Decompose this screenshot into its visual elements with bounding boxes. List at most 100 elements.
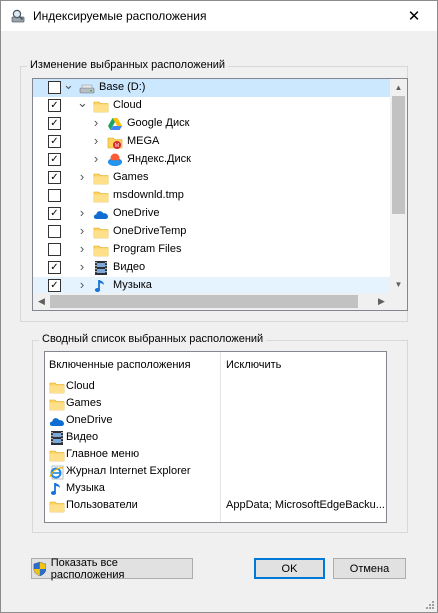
tree-horizontal-scrollbar[interactable]: ◀ ▶ [33,293,390,310]
shield-icon [33,561,47,576]
tree-item[interactable]: › Program Files [33,241,390,259]
chevron-right-icon[interactable]: › [77,206,87,220]
tree-item-checkbox[interactable]: ✓ [48,135,61,148]
tree-item-label: Музыка [113,279,152,291]
summary-row-label: Журнал Internet Explorer [66,465,191,477]
chevron-right-icon[interactable]: › [77,278,87,292]
folder-icon [49,498,65,514]
mega-icon: M [107,134,123,150]
folder-icon [93,242,109,258]
summary-label: Сводный список выбранных расположений [39,333,267,345]
scroll-down-icon[interactable]: ▼ [390,276,407,293]
onedrive-icon [49,413,65,429]
search-index-icon [11,9,25,23]
summary-row-exclude: AppData; MicrosoftEdgeBacku... [226,499,385,511]
folder-icon [49,447,65,463]
tree-item-checkbox[interactable]: ✓ [48,261,61,274]
chevron-right-icon[interactable]: › [77,260,87,274]
scroll-left-icon[interactable]: ◀ [33,293,50,310]
tree-item[interactable]: ✓ › Видео [33,259,390,277]
chevron-right-icon[interactable]: › [91,152,101,166]
ie-icon [49,464,65,480]
scroll-right-icon[interactable]: ▶ [373,293,390,310]
tree-item-label: Cloud [113,99,142,111]
tree-item-checkbox[interactable]: ✓ [48,117,61,130]
tree-item-checkbox[interactable]: ✓ [48,99,61,112]
tree-item[interactable]: ✓ ⌄ Cloud [33,96,390,115]
music-icon [93,278,109,294]
summary-row-label: Главное меню [66,448,140,460]
chevron-down-icon[interactable]: ⌄ [77,96,88,112]
show-all-locations-button[interactable]: Показать все расположения [31,556,193,581]
indexed-locations-dialog: Индексируемые расположения ✕ Изменение в… [0,0,438,613]
summary-row-label: Пользователи [66,499,138,511]
change-locations-label: Изменение выбранных расположений [27,59,229,71]
locations-tree[interactable]: ✓ › Музыка ✓ › Видео › Program Files › OneDriveTe… [32,78,408,311]
tree-item[interactable]: ✓ › OneDrive [33,205,390,223]
show-all-label: Показать все расположения [50,556,125,581]
hscroll-thumb[interactable] [50,295,358,308]
column-header-included: Включенные расположения [49,359,191,371]
title-bar: Индексируемые расположения ✕ [1,1,437,31]
tree-item[interactable]: ⌄ Base (D:) [33,79,390,97]
tree-item-checkbox[interactable]: ✓ [48,153,61,166]
summary-row-label: Музыка [66,482,105,494]
tree-item[interactable]: msdownld.tmp [33,187,390,205]
tree-vertical-scrollbar[interactable]: ▲ ▼ [390,79,407,293]
folder-icon [49,379,65,395]
video-icon [49,430,65,446]
chevron-right-icon[interactable]: › [77,242,87,256]
tree-item[interactable]: ✓ › Яндекс.Диск [33,151,390,169]
video-icon [93,260,109,276]
yandex-disk-icon [107,152,123,168]
chevron-right-icon[interactable]: › [91,134,101,148]
folder-icon [93,188,109,204]
folder-icon [93,98,109,114]
tree-item-checkbox[interactable] [48,189,61,202]
scroll-thumb[interactable] [392,96,405,214]
summary-row-label: OneDrive [66,414,113,426]
cancel-button[interactable]: Отмена [333,558,406,579]
ok-button[interactable]: OK [254,558,325,579]
tree-item-label: Яндекс.Диск [127,153,191,165]
column-header-exclude: Исключить [226,359,282,371]
cancel-label: Отмена [349,562,390,575]
scroll-corner [390,293,407,310]
chevron-down-icon[interactable]: ⌄ [63,79,74,94]
tree-item[interactable]: ✓ › Games [33,169,390,187]
summary-row-label: Cloud [66,380,95,392]
tree-item-checkbox[interactable]: ✓ [48,279,61,292]
svg-text:M: M [115,143,119,149]
tree-item[interactable]: ✓ › Google Диск [33,115,390,133]
tree-item-label: OneDrive [113,207,160,219]
folder-icon [93,224,109,240]
tree-item-label: Видео [113,261,146,273]
tree-item-checkbox[interactable] [48,225,61,238]
scroll-up-icon[interactable]: ▲ [390,79,407,96]
tree-item-checkbox[interactable]: ✓ [48,207,61,220]
ok-label: OK [281,562,298,575]
resize-grip-icon[interactable] [424,599,434,609]
chevron-right-icon[interactable]: › [91,116,101,130]
music-icon [49,481,65,497]
onedrive-icon [93,206,109,222]
folder-icon [93,170,109,186]
tree-item[interactable]: ✓ › M MEGA [33,133,390,151]
google-drive-icon [107,116,123,132]
tree-item-label: msdownld.tmp [113,189,184,201]
tree-item-label: Games [113,171,149,183]
tree-item-label: OneDriveTemp [113,225,187,237]
drive-icon [79,80,95,96]
close-button[interactable]: ✕ [391,1,437,31]
summary-list: Включенные расположения Исключить Cloud G… [44,351,387,523]
tree-item-checkbox[interactable]: ✓ [48,171,61,184]
chevron-right-icon[interactable]: › [77,170,87,184]
column-divider [220,352,221,522]
summary-row-label: Видео [66,431,99,443]
close-icon: ✕ [407,8,421,25]
tree-item-checkbox[interactable] [48,81,61,94]
chevron-right-icon[interactable]: › [77,224,87,238]
tree-item[interactable]: › OneDriveTemp [33,223,390,241]
tree-item-checkbox[interactable] [48,243,61,256]
